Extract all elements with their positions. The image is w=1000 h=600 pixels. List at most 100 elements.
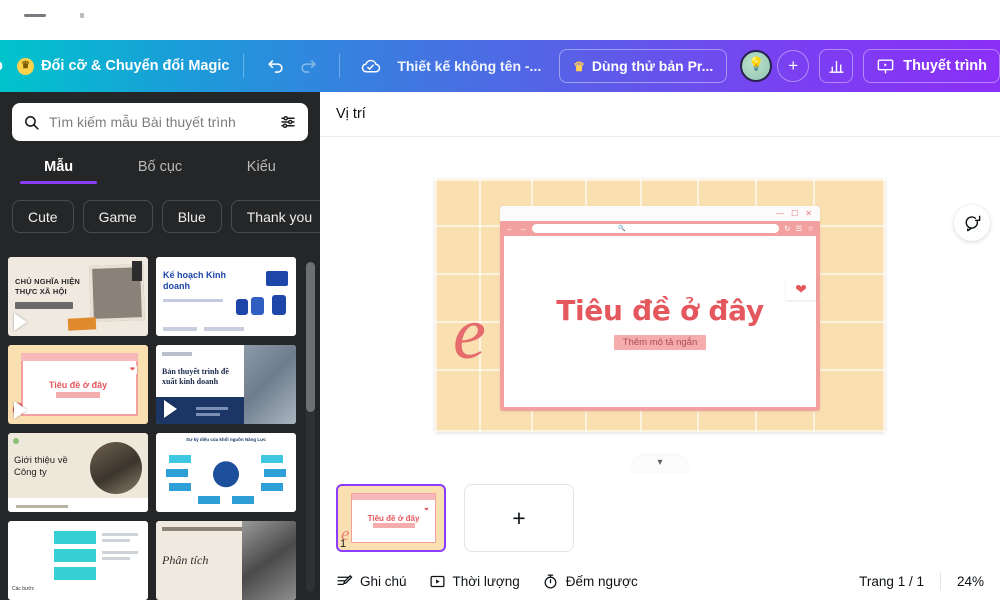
template-title: Sự kỳ diệu của khối nguồn Năng Lực (186, 437, 266, 442)
thumbnail-window: Tiêu đề ở đây ❤ (351, 493, 436, 543)
chevron-down-icon: ▾ (657, 457, 663, 468)
template-card[interactable]: Giới thiệu về Công ty (8, 433, 148, 512)
slide-title[interactable]: Tiêu đề ở đây (556, 294, 764, 327)
position-button[interactable]: Vị trí (336, 106, 366, 122)
scrollbar-thumb[interactable] (306, 262, 315, 412)
document-title[interactable]: Thiết kế không tên -... (397, 58, 541, 74)
toolbar-divider (243, 54, 245, 78)
template-card[interactable]: Kế hoạch Kinh doanh (156, 257, 296, 336)
tab-mau[interactable]: Mẫu (8, 159, 109, 184)
canva-editor-window: p ♛ Đổi cỡ & Chuyển đổi Magic Thiết kế k… (0, 0, 1000, 600)
chip-game-label: Game (98, 208, 137, 225)
graphic-titlebar: — ☐ ✕ (500, 206, 820, 221)
try-pro-label: Dùng thử bản Pr... (591, 58, 714, 74)
crown-icon: ♛ (17, 57, 35, 75)
template-card[interactable]: Bản thuyết trình đề xuất kinh doanh (156, 345, 296, 424)
try-pro-button[interactable]: ♛ Dùng thử bản Pr... (559, 49, 728, 83)
tab-mau-label: Mẫu (44, 159, 74, 175)
template-card[interactable]: Sự kỳ diệu của khối nguồn Năng Lực (156, 433, 296, 512)
sidebar-scrollbar[interactable] (306, 262, 315, 592)
template-grid: CHỦ NGHĨA HIỆN THỰC XÃ HỘI Kế hoạch Kinh… (8, 257, 304, 600)
hamburger-menu-icon: ☰ (795, 224, 803, 233)
avatar[interactable]: 💡 (740, 50, 773, 82)
search-input[interactable] (49, 114, 270, 130)
slide-thumbnail[interactable]: Tiêu đề ở đây ❤ e 1 (336, 484, 446, 552)
browser-tab-remnant-2 (80, 13, 84, 18)
arrow-left-icon: ← (506, 224, 514, 233)
template-title: CHỦ NGHĨA HIỆN THỰC XÃ HỘI (15, 277, 81, 297)
play-box-icon (430, 575, 445, 587)
top-toolbar: p ♛ Đổi cỡ & Chuyển đổi Magic Thiết kế k… (0, 40, 1000, 92)
graphic-url-bar: 🔍 (532, 224, 780, 233)
magic-resize-button[interactable]: ♛ Đổi cỡ & Chuyển đổi Magic (17, 57, 230, 75)
template-card[interactable]: Tiêu đề ở đây ❤ e (8, 345, 148, 424)
notes-button[interactable]: Ghi chú (336, 573, 407, 590)
template-card[interactable]: CHỦ NGHĨA HIỆN THỰC XÃ HỘI (8, 257, 148, 336)
play-icon (14, 401, 27, 419)
add-slide-button[interactable]: + (464, 484, 574, 552)
chip-game[interactable]: Game (82, 200, 153, 233)
filter-sliders-icon[interactable] (279, 113, 297, 131)
decorative-swirl: e (453, 293, 486, 375)
graphic-toolbar: ← → 🔍 ↻ ☰ ☆ (500, 221, 820, 236)
present-button[interactable]: Thuyết trình (863, 49, 1000, 83)
duration-button[interactable]: Thời lượng (429, 573, 520, 590)
bar-chart-icon (829, 60, 844, 73)
tab-bo-cuc[interactable]: Bố cục (109, 159, 210, 184)
template-card[interactable]: Phân tích (156, 521, 296, 600)
template-title: Tiêu đề ở đây (48, 379, 108, 390)
tab-bo-cuc-label: Bố cục (137, 159, 183, 175)
crown-icon-pro: ♛ (573, 58, 585, 74)
countdown-label: Đếm ngược (565, 573, 638, 589)
toolbar-left-truncated-label: p (0, 58, 3, 74)
bottom-divider (939, 572, 941, 590)
cloud-save-button[interactable] (354, 49, 387, 83)
slide-subtitle[interactable]: Thêm mô tả ngắn (613, 334, 707, 350)
search-container (0, 92, 320, 141)
editor-main: Vị trí e — ☐ ✕ ← → 🔍 ↻ ☰ ☆ Tiêu đề ở đây… (320, 92, 1000, 600)
template-title: Các bước (12, 586, 35, 592)
tab-kieu[interactable]: Kiểu (211, 159, 312, 184)
chip-blue-label: Blue (177, 208, 206, 225)
redo-button[interactable] (292, 49, 325, 83)
graphic-content: Tiêu đề ở đây Thêm mô tả ngắn (504, 236, 816, 407)
thumbnail-heart-icon: ❤ (423, 507, 430, 514)
plus-icon: + (788, 56, 799, 75)
template-card[interactable]: Các bước (8, 521, 148, 600)
play-icon (164, 400, 177, 418)
canvas-expand-tab[interactable]: ▾ (632, 456, 688, 474)
insights-button[interactable] (819, 49, 854, 83)
browser-chrome-strip (0, 0, 1000, 40)
minimize-icon: — (776, 209, 785, 218)
slide-canvas[interactable]: e — ☐ ✕ ← → 🔍 ↻ ☰ ☆ Tiêu đề ở đây Thêm m… (435, 179, 885, 432)
chip-blue[interactable]: Blue (161, 200, 222, 233)
search-icon (25, 115, 39, 130)
redo-icon (301, 59, 316, 73)
bottom-right-controls: Trang 1 / 1 24% (859, 572, 984, 590)
add-comment-button[interactable] (954, 205, 990, 241)
canvas-area: e — ☐ ✕ ← → 🔍 ↻ ☰ ☆ Tiêu đề ở đây Thêm m… (320, 137, 1000, 474)
undo-button[interactable] (258, 49, 291, 83)
magic-resize-label: Đổi cỡ & Chuyển đổi Magic (41, 58, 230, 74)
search-box[interactable] (12, 103, 308, 141)
chip-cute-label: Cute (28, 208, 58, 225)
undo-icon (267, 59, 283, 73)
page-indicator[interactable]: Trang 1 / 1 (859, 574, 924, 589)
zoom-level[interactable]: 24% (957, 574, 984, 589)
add-comment-icon (965, 215, 980, 231)
reload-icon: ↻ (784, 224, 791, 233)
countdown-button[interactable]: Đếm ngược (542, 573, 638, 590)
toolbar-divider-2 (339, 54, 341, 78)
notes-icon (337, 574, 353, 585)
search-icon-small: 🔍 (618, 226, 626, 232)
template-title: Kế hoạch Kinh doanh (163, 270, 227, 291)
template-title: Bản thuyết trình đề xuất kinh doanh (162, 367, 229, 386)
chip-cute[interactable]: Cute (12, 200, 74, 233)
chip-thank-you[interactable]: Thank you (230, 200, 329, 233)
thumbnail-subtitle-bar (372, 522, 415, 528)
play-icon (14, 313, 27, 331)
present-label: Thuyết trình (903, 58, 988, 74)
thumbnail-titlebar (352, 494, 435, 500)
invite-member-button[interactable]: + (777, 50, 810, 82)
template-title: Giới thiệu về Công ty (14, 455, 68, 478)
